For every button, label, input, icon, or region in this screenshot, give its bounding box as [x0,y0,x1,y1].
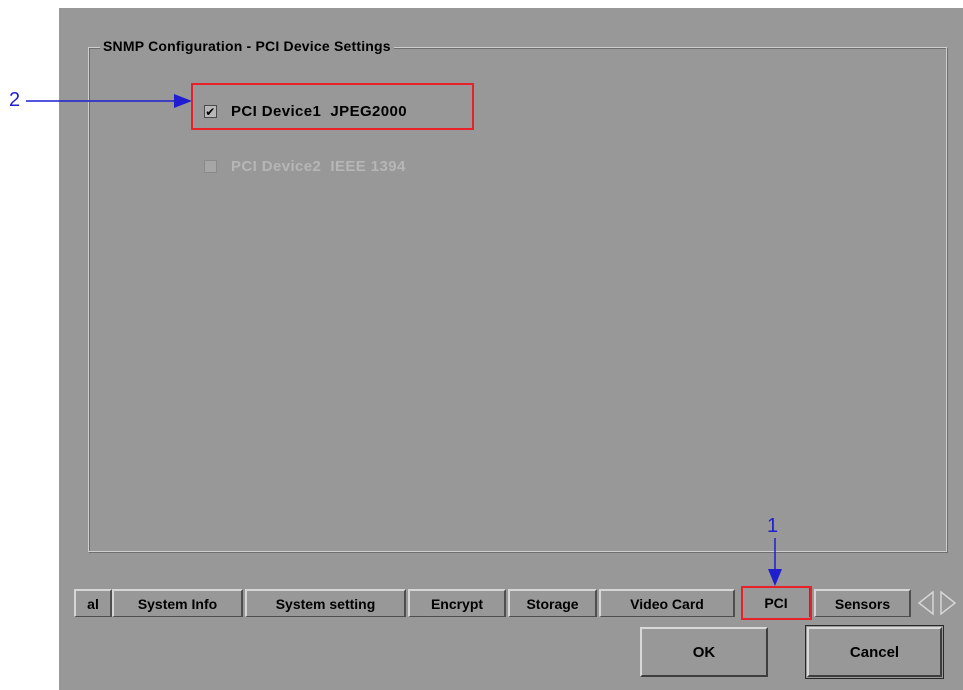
pci-device2-checkbox [204,160,217,173]
arrow-right-icon[interactable] [938,590,958,616]
tab-sensors[interactable]: Sensors [814,589,911,617]
callout-label-2: 2 [9,89,21,111]
tab-system-info[interactable]: System Info [112,589,243,617]
highlight-box-pci-tab [741,586,812,620]
cancel-button[interactable]: Cancel [807,627,942,677]
callout-label-1: 1 [767,515,779,537]
callout-arrow-1 [768,538,782,586]
tab-general-partial[interactable]: al [74,589,112,617]
tab-video-card[interactable]: Video Card [599,589,735,617]
tab-system-setting[interactable]: System setting [245,589,406,617]
arrow-left-icon[interactable] [916,590,936,616]
ok-button[interactable]: OK [640,627,768,677]
callout-arrow-2 [26,94,192,108]
pci-device2-row: PCI Device2 IEEE 1394 [204,158,406,175]
tab-encrypt[interactable]: Encrypt [408,589,506,617]
group-title: SNMP Configuration - PCI Device Settings [100,38,394,54]
pci-device2-label: PCI Device2 IEEE 1394 [231,158,406,175]
highlight-box-device1 [191,83,474,130]
tab-storage[interactable]: Storage [508,589,597,617]
